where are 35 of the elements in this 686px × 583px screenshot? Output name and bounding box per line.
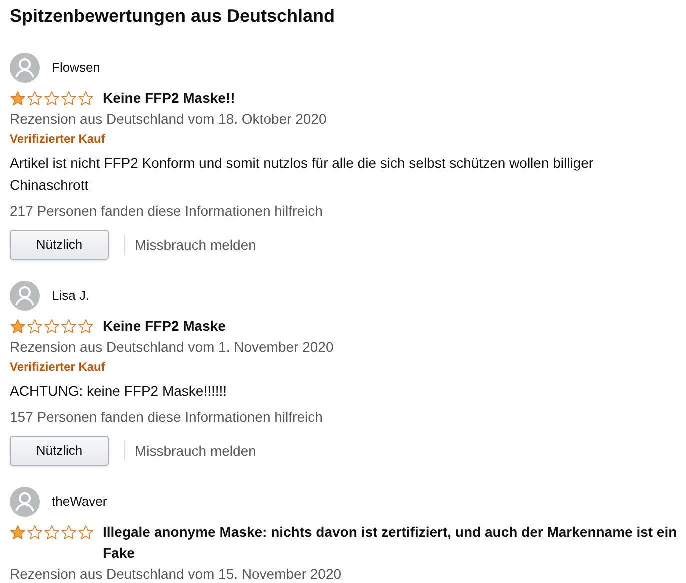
- filled-star-icon: [10, 91, 26, 106]
- empty-star-icon: [44, 525, 60, 540]
- empty-star-icon: [44, 319, 60, 334]
- review-title: Keine FFP2 Maske!!: [103, 89, 236, 108]
- avatar-icon: [10, 487, 40, 517]
- verified-label: Verifizierter Kauf: [10, 359, 106, 376]
- review-text: Artikel ist nicht FFP2 Konform und somit nutzlos für alle die sich selbst schützen wollen billiger Chinaschrott: [10, 154, 595, 195]
- helpful-count: 157 Personen fanden diese Informationen hilfreich: [10, 408, 323, 427]
- avatar-icon: [10, 53, 40, 83]
- report-abuse-link[interactable]: Missbrauch melden: [135, 440, 256, 462]
- verified-label: Verifizierter Kauf: [10, 131, 106, 148]
- empty-star-icon: [78, 319, 94, 334]
- reviewer-name: Lisa J.: [52, 287, 90, 306]
- empty-star-icon: [78, 91, 94, 106]
- review-title: Illegale anonyme Maske: nichts davon ist zertifiziert, und auch der Markenname ist ein Fake: [103, 523, 678, 563]
- filled-star-icon: [10, 319, 26, 334]
- report-abuse-link[interactable]: Missbrauch melden: [135, 234, 256, 256]
- empty-star-icon: [61, 319, 77, 334]
- review-title: Keine FFP2 Maske: [103, 317, 226, 336]
- reviewer-name: Flowsen: [52, 59, 100, 78]
- avatar-icon: [10, 281, 40, 311]
- helpful-count: 217 Personen fanden diese Informationen hilfreich: [10, 202, 323, 221]
- empty-star-icon: [78, 525, 94, 540]
- helpful-button[interactable]: Nützlich: [10, 436, 109, 466]
- helpful-button[interactable]: Nützlich: [10, 230, 109, 260]
- filled-star-icon: [10, 525, 26, 540]
- empty-star-icon: [44, 91, 60, 106]
- section-heading: Spitzenbewertungen aus Deutschland: [10, 5, 336, 28]
- review-date: Rezension aus Deutschland vom 15. November 2020: [10, 565, 342, 583]
- review-text: ACHTUNG: keine FFP2 Maske!!!!!!: [10, 382, 228, 401]
- empty-star-icon: [61, 525, 77, 540]
- review-date: Rezension aus Deutschland vom 1. November 2020: [10, 338, 334, 357]
- empty-star-icon: [61, 91, 77, 106]
- review-date: Rezension aus Deutschland vom 18. Oktober 2020: [10, 110, 327, 129]
- reviewer-name: theWaver: [52, 493, 108, 512]
